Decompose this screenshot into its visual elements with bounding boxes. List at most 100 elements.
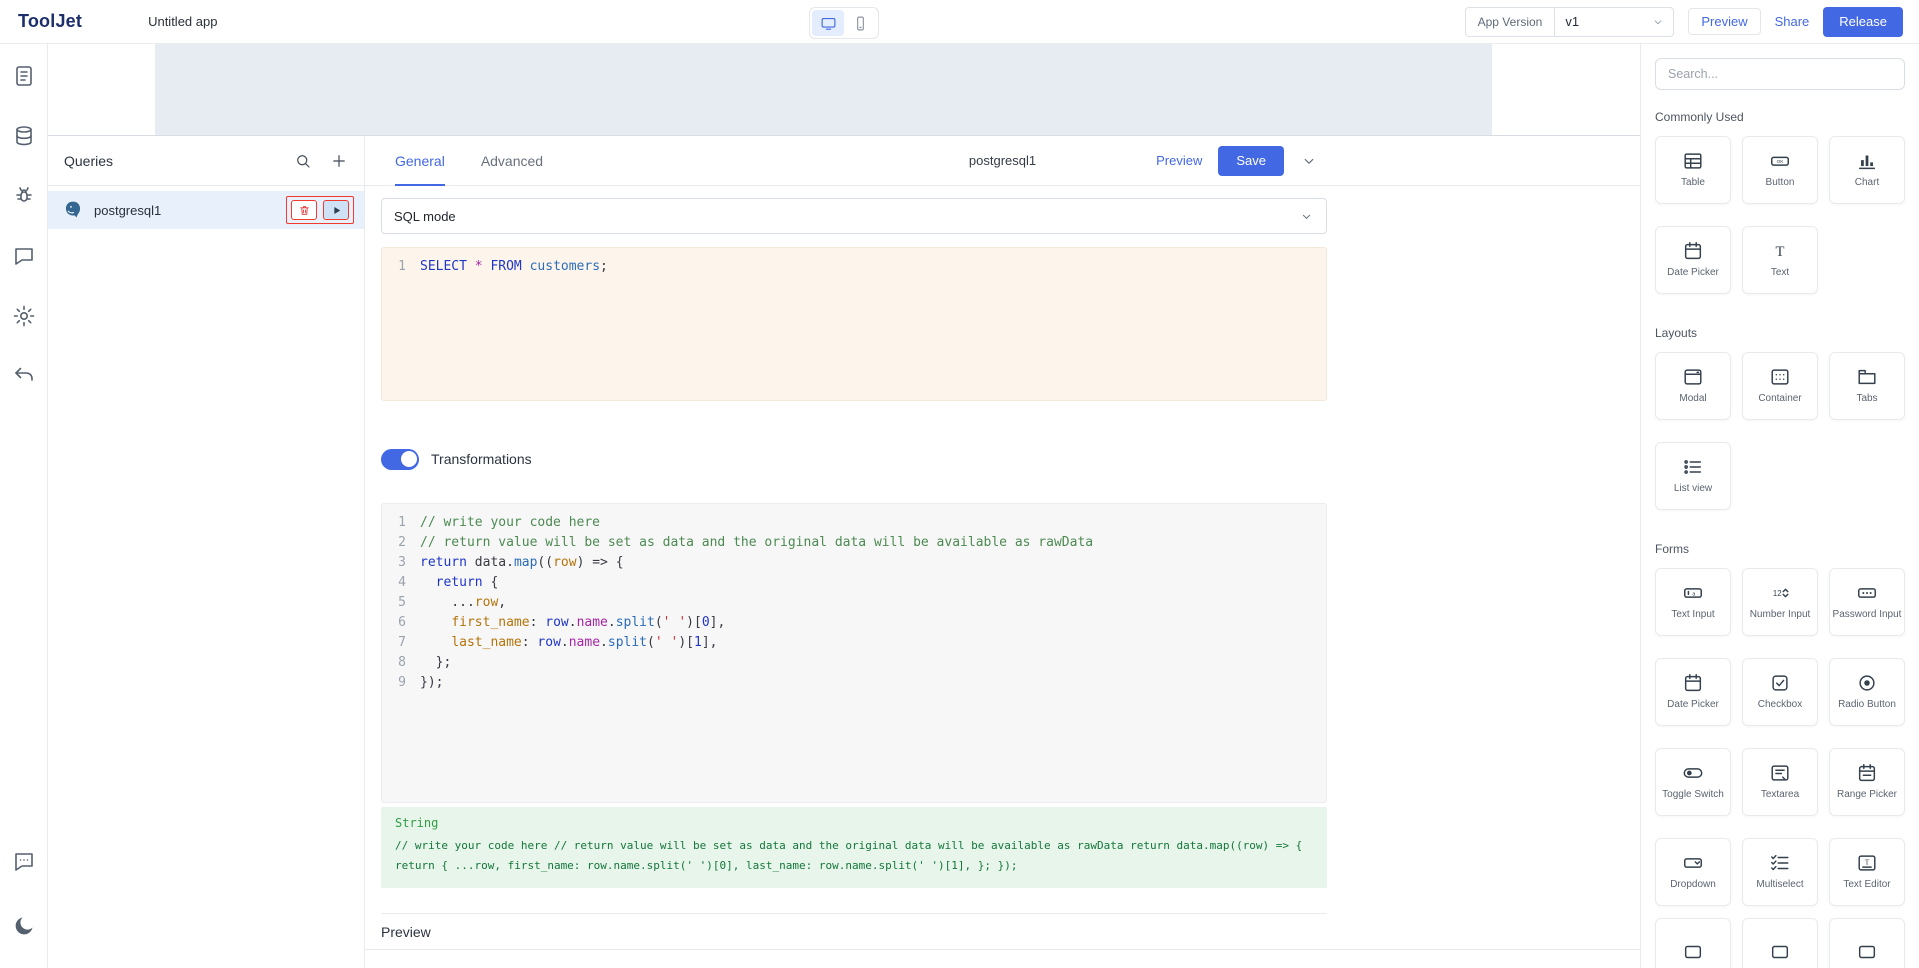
transformation-code-editor[interactable]: 1// write your code here2// return value… bbox=[381, 503, 1327, 803]
rangepicker-icon bbox=[1856, 762, 1878, 784]
help-icon[interactable] bbox=[12, 850, 36, 874]
widget-card-date-picker[interactable]: Date Picker bbox=[1655, 658, 1731, 726]
code-line: 6 first_name: row.name.split(' ')[0], bbox=[382, 613, 1326, 633]
widget-card-table[interactable]: Table bbox=[1655, 136, 1731, 204]
widget-label: Container bbox=[1756, 393, 1803, 406]
share-button[interactable]: Share bbox=[1775, 14, 1810, 29]
query-editor-actions: Preview Save bbox=[1156, 136, 1318, 185]
widget-card-textarea[interactable]: Textarea bbox=[1742, 748, 1818, 816]
line-number: 8 bbox=[382, 653, 406, 673]
query-editor-topbar: General Advanced postgresql1 Preview Sav… bbox=[365, 136, 1640, 186]
line-number: 5 bbox=[382, 593, 406, 613]
widget-section-title: Commonly Used bbox=[1655, 110, 1905, 124]
settings-icon[interactable] bbox=[12, 304, 36, 328]
widget-label: Button bbox=[1764, 177, 1797, 190]
widget-grid: Modal Container Tabs List view bbox=[1655, 352, 1905, 510]
code-text: }; bbox=[420, 653, 451, 673]
tab-general[interactable]: General bbox=[395, 136, 445, 185]
widget-card-checkbox[interactable]: Checkbox bbox=[1742, 658, 1818, 726]
search-queries-icon[interactable] bbox=[294, 152, 312, 170]
widget-grid: aText Input12Number Input Password Input D… bbox=[1655, 568, 1905, 906]
widget-label: Password Input bbox=[1831, 609, 1904, 622]
widget-card-date-picker[interactable]: Date Picker bbox=[1655, 226, 1731, 294]
left-sidebar-bottom bbox=[12, 850, 36, 968]
query-name[interactable]: postgresql1 bbox=[969, 153, 1036, 168]
tab-general-label: General bbox=[395, 153, 445, 169]
widget-search-input[interactable] bbox=[1655, 58, 1905, 90]
svg-text:T: T bbox=[1776, 244, 1785, 260]
tooljet-logo[interactable]: ToolJet bbox=[18, 11, 82, 32]
widget-card-text-editor[interactable]: TText Editor bbox=[1829, 838, 1905, 906]
app-title[interactable]: Untitled app bbox=[148, 14, 217, 29]
widget-card-modal[interactable]: Modal bbox=[1655, 352, 1731, 420]
app-preview-button[interactable]: Preview bbox=[1688, 8, 1760, 35]
query-list-item[interactable]: postgresql1 bbox=[48, 191, 364, 229]
sql-code-editor[interactable]: 1SELECT * FROM customers; bbox=[381, 247, 1327, 401]
widget-label: Radio Button bbox=[1836, 699, 1898, 712]
transformations-label: Transformations bbox=[431, 451, 532, 467]
query-preview-button[interactable]: Preview bbox=[1156, 153, 1202, 168]
collapse-panel-icon[interactable] bbox=[1300, 152, 1318, 170]
widget-card[interactable] bbox=[1742, 918, 1818, 968]
svg-text:T: T bbox=[1865, 858, 1870, 867]
undo-icon[interactable] bbox=[12, 364, 36, 388]
widget-label: Chart bbox=[1853, 177, 1881, 190]
code-text: last_name: row.name.split(' ')[1], bbox=[420, 633, 717, 653]
transformation-result: String // write your code here // return… bbox=[381, 807, 1327, 888]
pages-icon[interactable] bbox=[12, 64, 36, 88]
widget-card-toggle-switch[interactable]: Toggle Switch bbox=[1655, 748, 1731, 816]
widget-card[interactable] bbox=[1655, 918, 1731, 968]
device-toggle bbox=[809, 7, 879, 39]
mobile-icon bbox=[852, 15, 869, 32]
widget-label: Multiselect bbox=[1754, 879, 1805, 892]
sql-mode-select[interactable]: SQL mode bbox=[381, 198, 1327, 234]
widget-sections: Commonly Used TableOKButton Chart Date Pick… bbox=[1655, 110, 1905, 968]
widget-card-text[interactable]: TText bbox=[1742, 226, 1818, 294]
tab-advanced[interactable]: Advanced bbox=[481, 136, 543, 185]
code-line: 9}); bbox=[382, 673, 1326, 693]
code-line: 7 last_name: row.name.split(' ')[1], bbox=[382, 633, 1326, 653]
left-sidebar bbox=[0, 44, 48, 968]
widget-card-text-input[interactable]: aText Input bbox=[1655, 568, 1731, 636]
multiselect-icon bbox=[1769, 852, 1791, 874]
widget-card-radio-button[interactable]: Radio Button bbox=[1829, 658, 1905, 726]
delete-query-button[interactable] bbox=[291, 200, 317, 220]
transformations-toggle[interactable] bbox=[381, 449, 419, 470]
queries-list: postgresql1 bbox=[48, 186, 364, 229]
code-line: 8 }; bbox=[382, 653, 1326, 673]
code-text: // write your code here bbox=[420, 513, 600, 533]
datasources-icon[interactable] bbox=[12, 124, 36, 148]
result-type-badge: String bbox=[395, 816, 1313, 830]
widget-card-container[interactable]: Container bbox=[1742, 352, 1818, 420]
radio-icon bbox=[1856, 672, 1878, 694]
release-button[interactable]: Release bbox=[1823, 7, 1903, 37]
chevron-down-icon bbox=[1299, 209, 1314, 224]
widget-card-list-view[interactable]: List view bbox=[1655, 442, 1731, 510]
toggle-icon bbox=[1682, 762, 1704, 784]
widget-card[interactable] bbox=[1829, 918, 1905, 968]
widget-card-range-picker[interactable]: Range Picker bbox=[1829, 748, 1905, 816]
widget-card-button[interactable]: OKButton bbox=[1742, 136, 1818, 204]
widget-card-number-input[interactable]: 12Number Input bbox=[1742, 568, 1818, 636]
widget-card-multiselect[interactable]: Multiselect bbox=[1742, 838, 1818, 906]
monitor-icon bbox=[820, 15, 837, 32]
widget-card-tabs[interactable]: Tabs bbox=[1829, 352, 1905, 420]
mobile-view-button[interactable] bbox=[844, 10, 876, 36]
desktop-view-button[interactable] bbox=[812, 10, 844, 36]
texteditor-icon: T bbox=[1856, 852, 1878, 874]
top-header: ToolJet Untitled app App Version v1 Prev… bbox=[0, 0, 1919, 44]
query-save-button[interactable]: Save bbox=[1218, 146, 1284, 176]
widget-card-password-input[interactable]: Password Input bbox=[1829, 568, 1905, 636]
queries-header: Queries bbox=[48, 136, 364, 186]
comments-icon[interactable] bbox=[12, 244, 36, 268]
postgresql-icon bbox=[62, 199, 84, 221]
theme-moon-icon[interactable] bbox=[12, 914, 36, 938]
run-query-button[interactable] bbox=[323, 200, 349, 220]
widget-card-chart[interactable]: Chart bbox=[1829, 136, 1905, 204]
debugger-icon[interactable] bbox=[12, 184, 36, 208]
app-canvas[interactable] bbox=[155, 44, 1492, 135]
canvas-area bbox=[48, 44, 1640, 135]
widget-card-dropdown[interactable]: Dropdown bbox=[1655, 838, 1731, 906]
app-version-select[interactable]: App Version v1 bbox=[1465, 7, 1675, 37]
add-query-icon[interactable] bbox=[330, 152, 348, 170]
